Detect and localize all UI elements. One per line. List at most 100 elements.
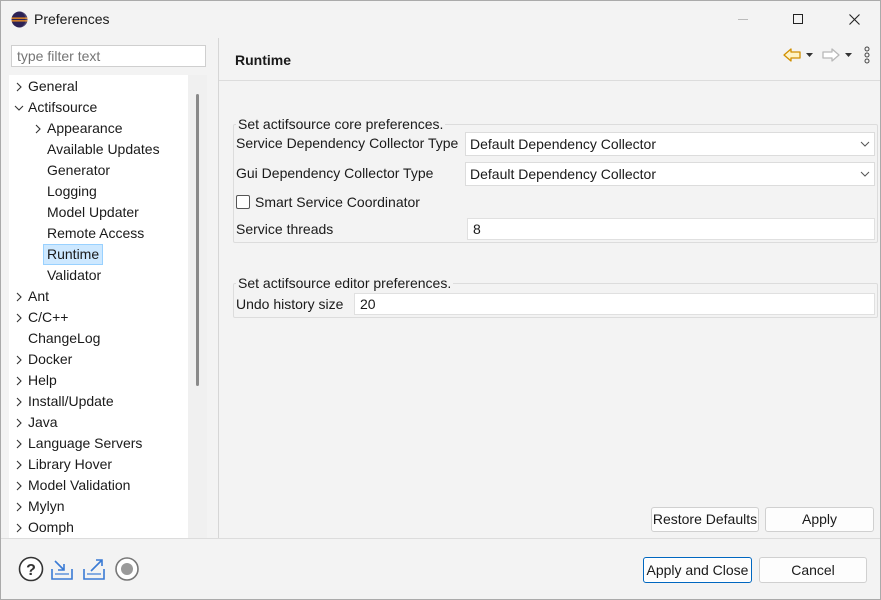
tree-item[interactable]: Install/Update — [9, 391, 188, 412]
tree-item[interactable]: Validator — [9, 265, 188, 286]
tree-item-label: Remote Access — [47, 225, 145, 241]
tree-item-label: Runtime — [43, 244, 104, 265]
tree-scrollbar[interactable] — [188, 75, 207, 575]
tree-item-label: Help — [28, 372, 57, 388]
tree-item[interactable]: Runtime — [9, 244, 188, 265]
scrollbar-thumb[interactable] — [196, 94, 199, 386]
core-group-title: Set actifsource core preferences. — [236, 116, 446, 132]
tree-item[interactable]: Language Servers — [9, 433, 188, 454]
tree-item[interactable]: Mylyn — [9, 496, 188, 517]
editor-group-title: Set actifsource editor preferences. — [236, 275, 454, 291]
chevron-down-icon[interactable] — [13, 97, 25, 118]
service-dependency-label: Service Dependency Collector Type — [236, 135, 459, 151]
page-title: Runtime — [235, 52, 291, 68]
apply-button[interactable]: Apply — [765, 507, 874, 532]
filter-input[interactable] — [11, 45, 206, 67]
tree-item-label: Oomph — [28, 519, 74, 535]
tree-item[interactable]: Generator — [9, 160, 188, 181]
chevron-right-icon[interactable] — [13, 76, 25, 97]
smart-service-coordinator-checkbox[interactable] — [236, 195, 250, 209]
chevron-right-icon[interactable] — [13, 286, 25, 307]
import-icon[interactable] — [49, 556, 75, 582]
gui-dependency-select[interactable]: Default Dependency Collector — [465, 162, 875, 186]
smart-service-coordinator-label[interactable]: Smart Service Coordinator — [255, 194, 420, 210]
minimize-button[interactable] — [720, 1, 766, 37]
restore-defaults-button[interactable]: Restore Defaults — [651, 507, 759, 532]
undo-history-input[interactable]: 20 — [354, 293, 875, 315]
record-icon[interactable] — [114, 556, 140, 582]
service-dependency-value: Default Dependency Collector — [470, 136, 656, 152]
maximize-button[interactable] — [775, 1, 821, 37]
service-dependency-select[interactable]: Default Dependency Collector — [465, 132, 875, 156]
preference-navigation-pane: General Actifsource Appearance Available Up… — [1, 38, 214, 575]
tree-item[interactable]: Help — [9, 370, 188, 391]
tree-item-label: Ant — [28, 288, 50, 304]
eclipse-app-icon — [11, 11, 28, 28]
chevron-right-icon[interactable] — [13, 517, 25, 538]
tree-item-label: Logging — [47, 183, 97, 199]
chevron-right-icon[interactable] — [32, 118, 44, 139]
view-menu-icon[interactable] — [862, 46, 872, 64]
tree-item-label: Install/Update — [28, 393, 114, 409]
export-icon[interactable] — [81, 556, 107, 582]
tree-item[interactable]: ChangeLog — [9, 328, 188, 349]
tree-item-label: Generator — [47, 162, 111, 178]
preference-page: Runtime Set actifsource core preferences… — [219, 38, 880, 538]
back-history-dropdown-icon[interactable] — [805, 47, 814, 63]
tree-item[interactable]: Model Validation — [9, 475, 188, 496]
window-title: Preferences — [34, 11, 110, 27]
help-icon[interactable]: ? — [18, 556, 44, 582]
tree-item[interactable]: Oomph — [9, 517, 188, 538]
tree-item[interactable]: Actifsource — [9, 97, 188, 118]
tree-item-label: Model Updater — [47, 204, 139, 220]
tree-item-label: Java — [28, 414, 58, 430]
tree-item[interactable]: Available Updates — [9, 139, 188, 160]
chevron-right-icon[interactable] — [13, 475, 25, 496]
service-threads-label: Service threads — [236, 221, 334, 237]
tree-item-label: Library Hover — [28, 456, 113, 472]
tree-item-label: C/C++ — [28, 309, 69, 325]
forward-history-dropdown-icon[interactable] — [844, 47, 853, 63]
tree-item-label: ChangeLog — [28, 330, 101, 346]
chevron-right-icon[interactable] — [13, 349, 25, 370]
tree-item-label: Docker — [28, 351, 73, 367]
chevron-right-icon[interactable] — [13, 496, 25, 517]
svg-text:?: ? — [26, 562, 36, 579]
tree-item-label: Appearance — [47, 120, 123, 136]
close-icon — [848, 13, 860, 25]
gui-dependency-label: Gui Dependency Collector Type — [236, 165, 434, 181]
cancel-button[interactable]: Cancel — [759, 557, 867, 583]
tree-item[interactable]: Remote Access — [9, 223, 188, 244]
tree-item-label: Actifsource — [28, 99, 98, 115]
dialog-footer: ? Apply and Close Cancel — [1, 538, 880, 599]
apply-and-close-button[interactable]: Apply and Close — [643, 557, 752, 583]
page-navigation — [782, 46, 872, 64]
tree-item[interactable]: Java — [9, 412, 188, 433]
tree-item[interactable]: Appearance — [9, 118, 188, 139]
tree-item-label: Validator — [47, 267, 102, 283]
chevron-right-icon[interactable] — [13, 433, 25, 454]
chevron-right-icon[interactable] — [13, 412, 25, 433]
tree-item[interactable]: Model Updater — [9, 202, 188, 223]
tree-item[interactable]: General — [9, 76, 188, 97]
tree-item-label: Language Servers — [28, 435, 143, 451]
page-header: Runtime — [219, 38, 880, 81]
close-button[interactable] — [831, 1, 877, 37]
chevron-right-icon[interactable] — [13, 307, 25, 328]
service-threads-input[interactable]: 8 — [467, 218, 875, 240]
forward-arrow-icon[interactable] — [821, 47, 841, 63]
tree-item-label: Available Updates — [47, 141, 160, 157]
chevron-right-icon[interactable] — [13, 370, 25, 391]
tree-item[interactable]: Ant — [9, 286, 188, 307]
tree-item[interactable]: Logging — [9, 181, 188, 202]
back-arrow-icon[interactable] — [782, 47, 802, 63]
chevron-right-icon[interactable] — [13, 454, 25, 475]
tree-item[interactable]: Docker — [9, 349, 188, 370]
chevron-right-icon[interactable] — [13, 391, 25, 412]
tree-item[interactable]: Library Hover — [9, 454, 188, 475]
undo-history-label: Undo history size — [236, 296, 344, 312]
tree-item-label: Model Validation — [28, 477, 131, 493]
preference-tree: General Actifsource Appearance Available Up… — [9, 75, 207, 575]
tree-item[interactable]: C/C++ — [9, 307, 188, 328]
tree-item-label: General — [28, 78, 78, 94]
